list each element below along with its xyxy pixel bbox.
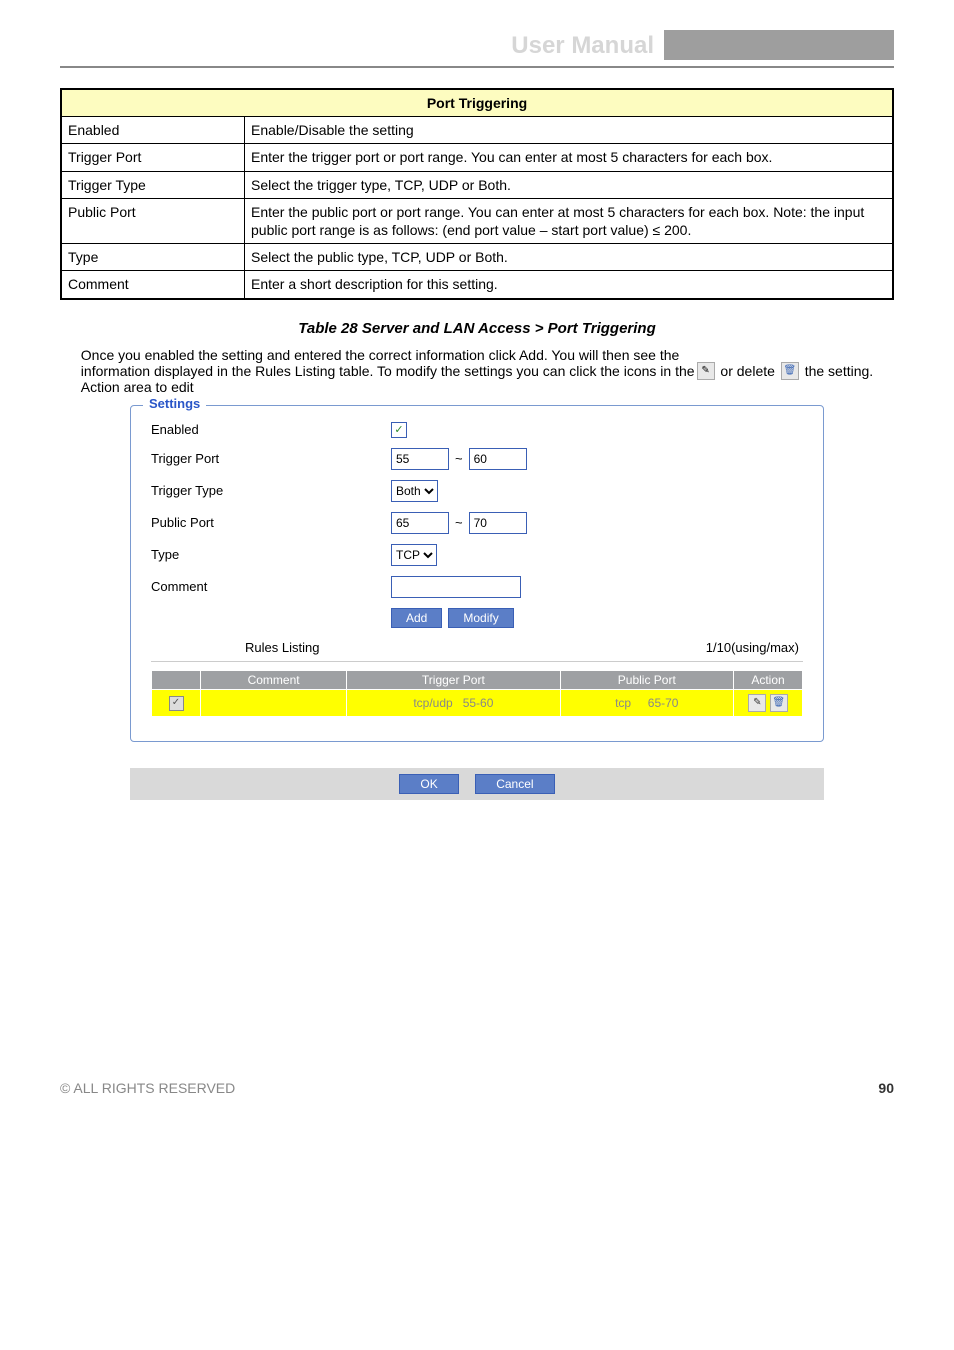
type-select[interactable]: TCP [391,544,437,566]
footer-manual: © ALL RIGHTS RESERVED [60,1080,235,1096]
settings-fieldset: Settings Enabled ✓ Trigger Port ~ Trigge… [130,405,824,742]
add-button[interactable]: Add [391,608,442,628]
col-trigger-port: Trigger Port [347,670,560,689]
edit-note-pre: or delete [717,363,779,379]
header-rule [60,66,894,68]
def-desc: Select the public type, TCP, UDP or Both… [245,244,894,271]
def-desc: Enter the trigger port or port range. Yo… [245,144,894,171]
rules-listing-label: Rules Listing [155,640,319,655]
row-public: tcp 65-70 [560,689,733,716]
trigger-port-from-input[interactable] [391,448,449,470]
settings-legend: Settings [143,396,206,411]
rules-divider [151,661,803,662]
trash-icon[interactable]: 🗑 [770,694,788,712]
def-desc: Select the trigger type, TCP, UDP or Bot… [245,171,894,198]
table-row: Enabled Enable/Disable the setting [61,117,893,144]
screenshot-wrap: Settings Enabled ✓ Trigger Port ~ Trigge… [130,405,824,800]
edit-note-lead: Once you enabled the setting and entered… [81,347,695,395]
def-desc: Enable/Disable the setting [245,117,894,144]
trigger-type-select[interactable]: Both [391,480,438,502]
ok-button[interactable]: OK [399,774,458,794]
table-row: Public Port Enter the public port or por… [61,198,893,243]
trigger-port-to-input[interactable] [469,448,527,470]
footer-page-number: 90 [878,1080,894,1096]
type-label: Type [151,547,391,562]
def-label: Trigger Port [61,144,245,171]
tilde-text: ~ [455,515,463,530]
footer-button-bar: OK Cancel [130,768,824,800]
definitions-title: Port Triggering [61,89,893,117]
edit-note-post: the setting. [801,363,873,379]
header-user-manual: User Manual [60,32,664,60]
table-row: Trigger Port Enter the trigger port or p… [61,144,893,171]
tilde-text: ~ [455,451,463,466]
rules-count: 1/10(using/max) [706,640,799,655]
col-public-port: Public Port [560,670,733,689]
comment-input[interactable] [391,576,521,598]
table-row: ✓ tcp/udp 55-60 tcp 65-70 ✎ 🗑 [152,689,803,716]
cancel-button[interactable]: Cancel [475,774,554,794]
def-label: Comment [61,271,245,299]
def-label: Enabled [61,117,245,144]
edit-icon: ✎ [697,362,715,380]
enabled-label: Enabled [151,422,391,437]
row-comment [201,689,347,716]
definitions-table: Port Triggering Enabled Enable/Disable t… [60,88,894,300]
def-label: Type [61,244,245,271]
col-action: Action [734,670,803,689]
enabled-checkbox[interactable]: ✓ [391,422,407,438]
public-port-to-input[interactable] [469,512,527,534]
def-label: Public Port [61,198,245,243]
comment-label: Comment [151,579,391,594]
col-comment: Comment [201,670,347,689]
def-desc: Enter a short description for this setti… [245,271,894,299]
edit-icon[interactable]: ✎ [748,694,766,712]
table-caption: Table 28 Server and LAN Access > Port Tr… [60,320,894,337]
public-port-from-input[interactable] [391,512,449,534]
table-row: Comment Enter a short description for th… [61,271,893,299]
trash-icon: 🗑 [781,362,799,380]
header-gray-tab [664,30,894,60]
edit-note: Once you enabled the setting and entered… [60,347,894,395]
rules-table: Comment Trigger Port Public Port Action … [151,670,803,717]
public-port-label: Public Port [151,515,391,530]
trigger-port-label: Trigger Port [151,451,391,466]
modify-button[interactable]: Modify [448,608,513,628]
col-enabled [152,670,201,689]
trigger-type-label: Trigger Type [151,483,391,498]
table-row: Trigger Type Select the trigger type, TC… [61,171,893,198]
row-enabled-checkbox[interactable]: ✓ [169,696,184,711]
def-desc: Enter the public port or port range. You… [245,198,894,243]
def-label: Trigger Type [61,171,245,198]
row-trigger: tcp/udp 55-60 [347,689,560,716]
table-row: Type Select the public type, TCP, UDP or… [61,244,893,271]
